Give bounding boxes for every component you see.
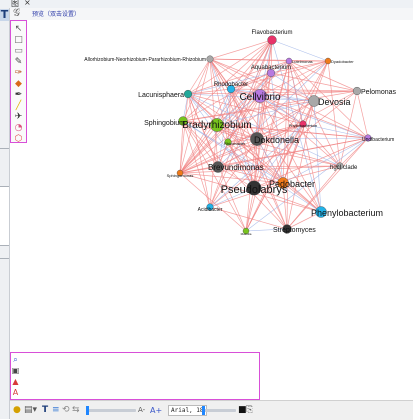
graph-edge <box>271 39 329 62</box>
graph-edge <box>302 123 341 167</box>
layout-dropdown-icon[interactable]: ▤▾ <box>24 405 37 416</box>
text-size-icon[interactable]: A <box>11 388 20 397</box>
warning-tool-icon[interactable]: ▲ <box>11 377 20 386</box>
node-label: Massilia <box>241 232 252 236</box>
graph-edge <box>187 58 211 95</box>
text-format-button[interactable]: T <box>42 405 48 416</box>
node-label: Undibacterium <box>362 137 394 143</box>
status-toolbar: ● ▤▾ T ≡ ⟲ ⇆ A- A+ Arial, 18 ■ ⎘ <box>10 400 413 420</box>
graph-edge <box>179 172 247 232</box>
font-size-down-button[interactable]: A- <box>138 405 145 416</box>
flip-icon[interactable]: ⇆ <box>72 405 80 416</box>
graph-node[interactable]: Pseudolabrys <box>221 180 288 196</box>
graph-node[interactable]: Phyllobacterium <box>289 120 318 128</box>
node-label: Phenylobacterium <box>311 208 383 218</box>
node-label: Pseudolabrys <box>221 184 288 196</box>
graph-node[interactable]: Flavobacterium <box>251 30 293 45</box>
node-label: Sphingobium <box>144 120 185 127</box>
graph-node[interactable]: Undibacterium <box>362 134 394 143</box>
graph-node[interactable]: Phenylobacterium <box>311 206 383 219</box>
image-tool-icon[interactable]: ▣ <box>11 366 20 375</box>
node-label: Rhizobacter <box>224 141 246 146</box>
font-size-up-button[interactable]: A+ <box>150 405 162 416</box>
graph-node[interactable]: Sphingobium <box>144 116 188 127</box>
node-label: Flavobacterium <box>251 30 292 36</box>
node-label: Brevundimonas <box>208 163 264 172</box>
zoom-slider-knob[interactable] <box>86 406 89 415</box>
node-label: Acidibacter <box>198 207 223 213</box>
bulb-icon[interactable]: ● <box>13 405 21 416</box>
node-label: Aquabacterium <box>251 65 291 71</box>
graph-edge <box>182 58 211 122</box>
node-label: Dyadobacter <box>331 59 354 64</box>
graph-edge <box>209 39 273 60</box>
graph-node[interactable]: Dokdonella <box>250 132 299 146</box>
rotate-icon[interactable]: ⟲ <box>62 405 70 416</box>
graph-node[interactable]: Cellvibrio <box>239 89 281 103</box>
node-circle[interactable] <box>183 89 193 99</box>
graph-node[interactable]: Luteimonas <box>285 57 313 65</box>
node-label: Cellvibrio <box>239 92 281 103</box>
graph-edge <box>327 60 341 167</box>
node-circle[interactable] <box>267 35 277 45</box>
graph-node[interactable]: Acidibacter <box>198 203 223 213</box>
graph-node[interactable]: Brevundimonas <box>208 161 264 173</box>
node-circle[interactable] <box>352 86 362 96</box>
node-label: Streptomyces <box>273 227 316 234</box>
export-icon[interactable]: ⎘ <box>246 405 253 416</box>
graph-edge <box>179 58 211 174</box>
graph-node[interactable]: Bradyrhizobium <box>182 118 252 132</box>
align-icon[interactable]: ≡ <box>52 405 60 416</box>
node-label: Allorhizobium-Neorhizobium-Pararhizobium… <box>84 57 206 63</box>
node-label: Dokdonella <box>254 135 299 145</box>
node-label: Bradyrhizobium <box>182 120 251 131</box>
bottom-tool-panel: ⌕ ▣ ▲ A <box>10 352 260 400</box>
node-label: Lacunisphaera <box>138 92 184 99</box>
graph-edge <box>356 90 369 139</box>
graph-node[interactable]: Pelomonas <box>352 86 397 96</box>
node-label: Rhodobacter <box>214 82 248 88</box>
graph-node[interactable]: Allorhizobium-Neorhizobium-Pararhizobium… <box>84 55 214 63</box>
graph-node[interactable]: Devosia <box>308 95 351 108</box>
zoom-slider[interactable] <box>86 406 136 415</box>
graph-node[interactable]: Massilia <box>241 227 252 236</box>
graph-edge <box>286 100 315 230</box>
graph-node[interactable]: Lacunisphaera <box>138 89 193 99</box>
opacity-slider-knob[interactable] <box>202 406 205 415</box>
graph-node[interactable]: Dyadobacter <box>324 57 354 65</box>
node-label: Luteimonas <box>292 59 313 64</box>
node-label: hgcI clade <box>330 165 358 171</box>
graph-node[interactable]: Streptomyces <box>273 224 316 234</box>
node-label: Phyllobacterium <box>289 123 318 128</box>
node-label: Devosia <box>318 97 351 107</box>
node-label: Sphingomonas <box>167 173 194 178</box>
zoom-tool-icon[interactable]: ⌕ <box>11 355 20 364</box>
opacity-slider[interactable] <box>202 406 236 415</box>
node-label: Pelomonas <box>361 89 397 96</box>
node-circle[interactable] <box>206 55 214 63</box>
font-name-field[interactable]: Arial, 18 <box>168 405 207 416</box>
